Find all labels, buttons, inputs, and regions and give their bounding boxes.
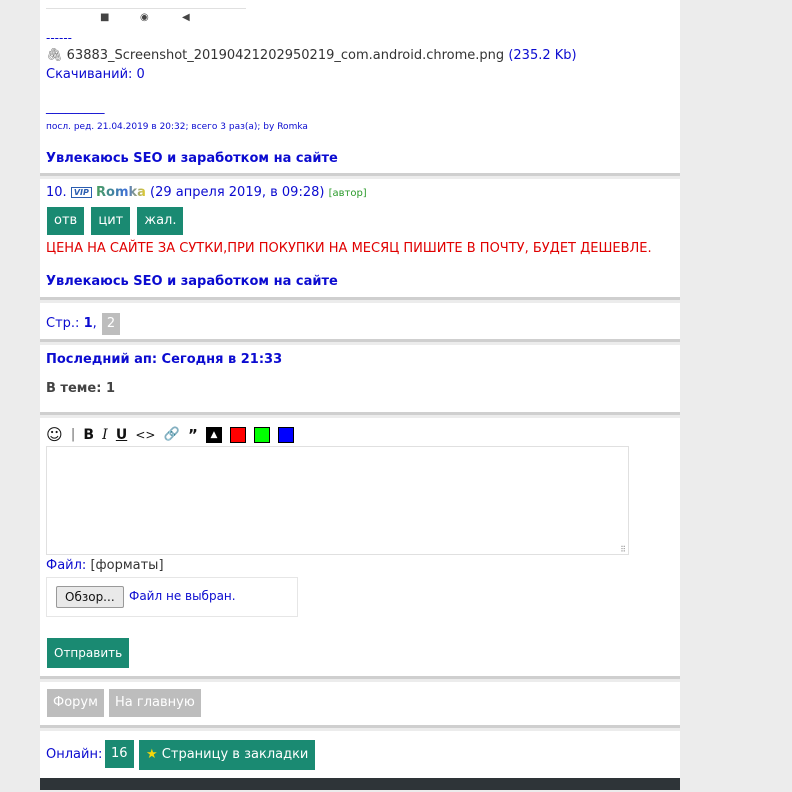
reply-editor: ☺ | B I U <> 🔗 ” ▲ ⠿ Файл: [форматы] Обз… [40,418,680,679]
online-label: Онлайн: [46,747,103,762]
bottom-nav: Форум На главную [40,682,680,728]
forum-button[interactable]: Форум [47,689,104,717]
pagination: Стр.: 1, 2 [40,303,680,342]
online-count[interactable]: 16 [105,740,134,768]
report-button[interactable]: жал. [137,207,184,235]
post-actions: отв цит жал. [47,207,184,235]
bookmark-label: Страницу в закладки [161,747,309,762]
file-label: Файл: [46,558,87,573]
post-author[interactable]: Romka [96,185,146,200]
green-color-swatch[interactable] [254,426,271,443]
image-icon[interactable]: ▲ [205,426,222,443]
image-preview-bottom [46,0,246,9]
in-topic-count: В теме: 1 [46,381,115,396]
star-icon: ★ [146,747,158,762]
quote-icon[interactable]: ” [188,426,198,444]
submit-button[interactable]: Отправить [47,638,130,668]
attachment-name[interactable]: 63883_Screenshot_20190421202950219_com.a… [67,48,505,63]
bold-icon[interactable]: B [83,427,94,443]
page-separator: , [92,316,97,331]
post-date: (29 апреля 2019, в 09:28) [150,185,325,200]
forum-post: 10. VIP Romka (29 апреля 2019, в 09:28) … [40,179,680,300]
vip-icon: VIP [70,187,92,198]
message-textarea[interactable]: ⠿ [46,446,629,555]
author-tag: [автор] [328,188,367,199]
pagination-label: Стр.: [46,316,80,331]
post-message: ЦЕНА НА САЙТЕ ЗА СУТКИ,ПРИ ПОКУПКИ НА МЕ… [46,241,652,256]
edit-line: _________ [46,100,105,115]
page-footer-dark [40,778,680,790]
signature[interactable]: Увлекаюсь SEO и заработком на сайте [46,151,338,166]
edit-note: посл. ред. 21.04.2019 в 20:32; всего 3 р… [46,122,308,132]
browse-button[interactable]: Обзор... [56,586,124,608]
square-icon: ■ [100,12,110,23]
downloads-count: Скачиваний: 0 [46,67,145,82]
file-upload: Обзор... Файл не выбран. [46,577,298,617]
resize-handle-icon[interactable]: ⠿ [620,545,626,554]
post-header: 10. VIP Romka (29 апреля 2019, в 09:28) … [46,185,367,200]
reply-button[interactable]: отв [47,207,85,235]
page-2-link[interactable]: 2 [101,313,121,335]
editor-toolbar: ☺ | B I U <> 🔗 ” ▲ [46,425,298,444]
separator: ------ [46,31,72,45]
paperclip-icon: 🖇 [46,48,63,63]
red-color-swatch[interactable] [230,426,247,443]
topic-info: Последний ап: Сегодня в 21:33 В теме: 1 [40,345,680,415]
blue-color-swatch[interactable] [278,426,295,443]
post-number: 10. [46,185,67,200]
toolbar-divider: | [70,427,76,442]
circle-icon: ◉ [140,12,149,23]
back-triangle-icon: ◀ [182,12,190,23]
underline-icon[interactable]: U [116,427,127,443]
attachment-size: (235.2 Kb) [508,48,577,63]
footer-bar: Онлайн: 16 ★ Страницу в закладки [40,731,680,778]
formats-link[interactable]: [форматы] [90,558,163,573]
post-signature[interactable]: Увлекаюсь SEO и заработком на сайте [46,274,338,289]
smiley-icon[interactable]: ☺ [46,425,63,444]
last-update: Последний ап: Сегодня в 21:33 [46,352,283,367]
italic-icon[interactable]: I [102,427,108,443]
bookmark-button[interactable]: ★ Страницу в закладки [139,740,316,770]
no-file-text: Файл не выбран. [129,589,236,603]
attachment[interactable]: 🖇 63883_Screenshot_20190421202950219_com… [46,48,577,63]
page-current: 1 [83,316,93,331]
quote-button[interactable]: цит [91,207,131,235]
link-icon[interactable]: 🔗 [164,427,180,442]
post-continuation: ■ ◉ ◀ ------ 🖇 63883_Screenshot_20190421… [40,0,680,176]
code-icon[interactable]: <> [135,428,155,442]
home-button[interactable]: На главную [109,689,201,717]
